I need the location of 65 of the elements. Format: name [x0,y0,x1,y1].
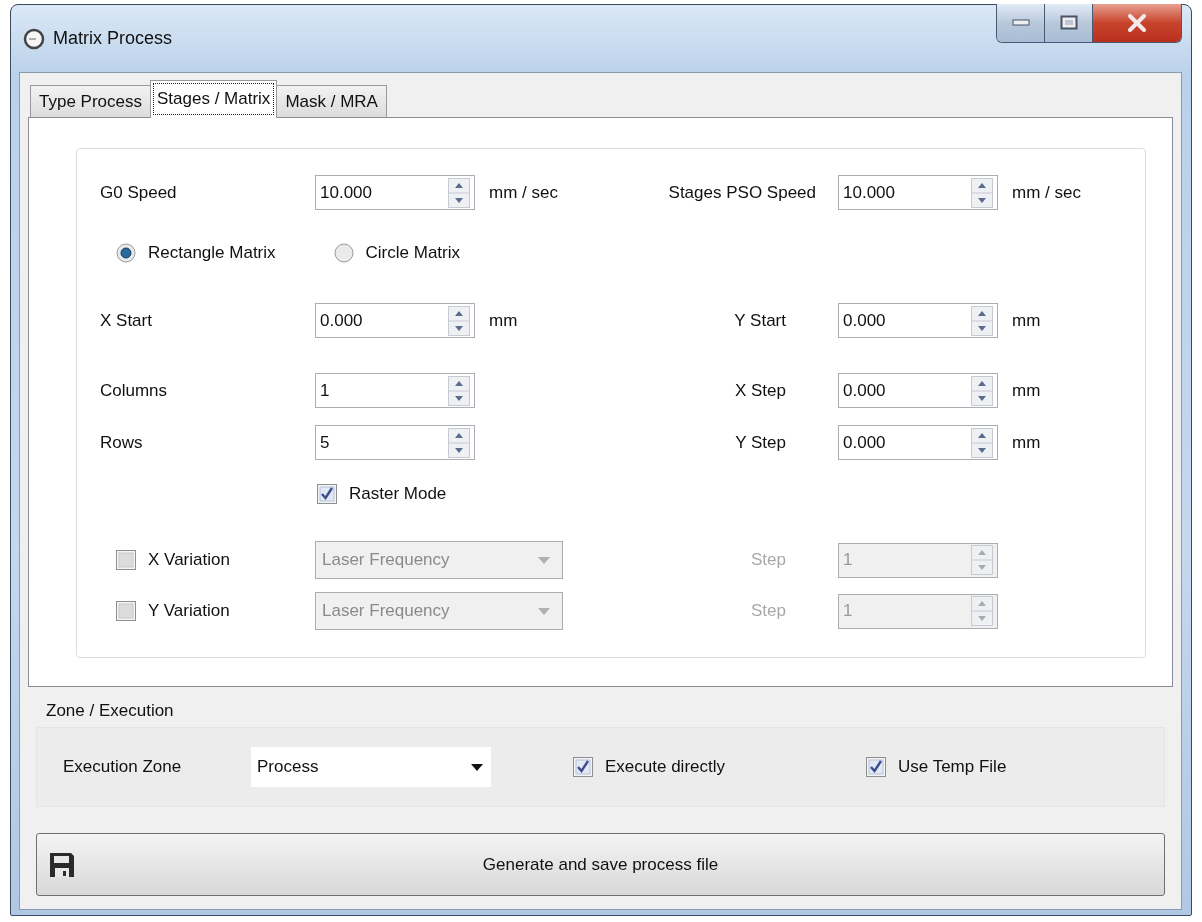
field-label: Step [751,601,786,621]
close-icon [1126,14,1148,32]
field-label: Y Start [734,310,786,331]
maximize-icon [1059,15,1078,31]
field-label: Stages PSO Speed [668,182,816,203]
field-label: Rows [100,432,143,453]
number-spinner[interactable]: 5 [315,425,475,460]
checkbox-option[interactable]: X Variation [116,550,230,570]
tab[interactable]: Mask / MRA [276,85,387,117]
checkbox[interactable] [573,757,593,777]
minimize-button[interactable] [997,4,1045,42]
field-label: Execution Zone [63,757,183,777]
unit-label: mm [1011,310,1042,331]
spin-arrows-icon[interactable] [971,427,993,458]
save-icon [49,852,75,878]
checkbox[interactable] [317,484,337,504]
minimize-icon [1011,19,1030,27]
unit-label: mm [1011,432,1042,453]
app-icon [23,27,45,50]
tab[interactable]: Type Process [30,85,151,117]
field-label: Step [751,550,786,570]
field-label: G0 Speed [100,182,177,203]
number-spinner[interactable]: 0.000 [838,425,998,460]
checkbox[interactable] [116,601,136,621]
spin-arrows-icon[interactable] [448,375,470,406]
number-spinner[interactable]: 10.000 [315,175,475,210]
unit-label: mm / sec [1011,182,1082,203]
field-label: Columns [100,380,168,401]
checkbox-option[interactable]: Execute directly [573,757,866,777]
spin-arrows-icon[interactable] [448,427,470,458]
checkbox-option[interactable]: Use Temp File [866,757,1159,777]
number-spinner[interactable]: 10.000 [838,175,998,210]
radio-option[interactable]: Rectangle Matrix [116,243,276,263]
radio-option[interactable]: Circle Matrix [333,243,460,263]
checkbox-option[interactable]: Raster Mode [317,484,838,504]
maximize-button[interactable] [1045,4,1093,42]
unit-label: mm / sec [488,182,559,203]
dropdown[interactable]: Process [251,747,491,787]
radio-button[interactable] [116,243,136,263]
checkbox[interactable] [866,757,886,777]
radio-button[interactable] [333,243,354,263]
tab[interactable]: Stages / Matrix [150,80,278,118]
spin-arrows-icon[interactable] [448,177,470,208]
number-spinner[interactable]: 0.000 [838,303,998,338]
spin-arrows-icon[interactable] [971,305,993,336]
checkbox-option[interactable]: Y Variation [116,601,230,621]
window-title: Matrix Process [53,28,173,49]
number-spinner[interactable]: 0.000 [315,303,475,338]
number-spinner[interactable]: 0.000 [838,373,998,408]
generate-button[interactable]: Generate and save process file [36,833,1165,896]
close-button[interactable] [1093,4,1181,42]
dropdown-arrow-icon [538,556,550,564]
spin-arrows-icon[interactable] [448,305,470,336]
field-label: X Step [734,380,786,401]
field-label: X Start [100,310,152,331]
unit-label: mm [488,310,519,331]
number-spinner[interactable]: 1 [315,373,475,408]
spin-arrows-icon[interactable] [971,375,993,406]
dropdown-arrow-icon [471,763,483,771]
dropdown-arrow-icon [538,607,550,615]
field-label: Y Step [735,432,786,453]
checkbox[interactable] [116,550,136,570]
unit-label: mm [1011,380,1042,401]
spin-arrows-icon[interactable] [971,177,993,208]
group-title: Zone / Execution [46,701,174,721]
